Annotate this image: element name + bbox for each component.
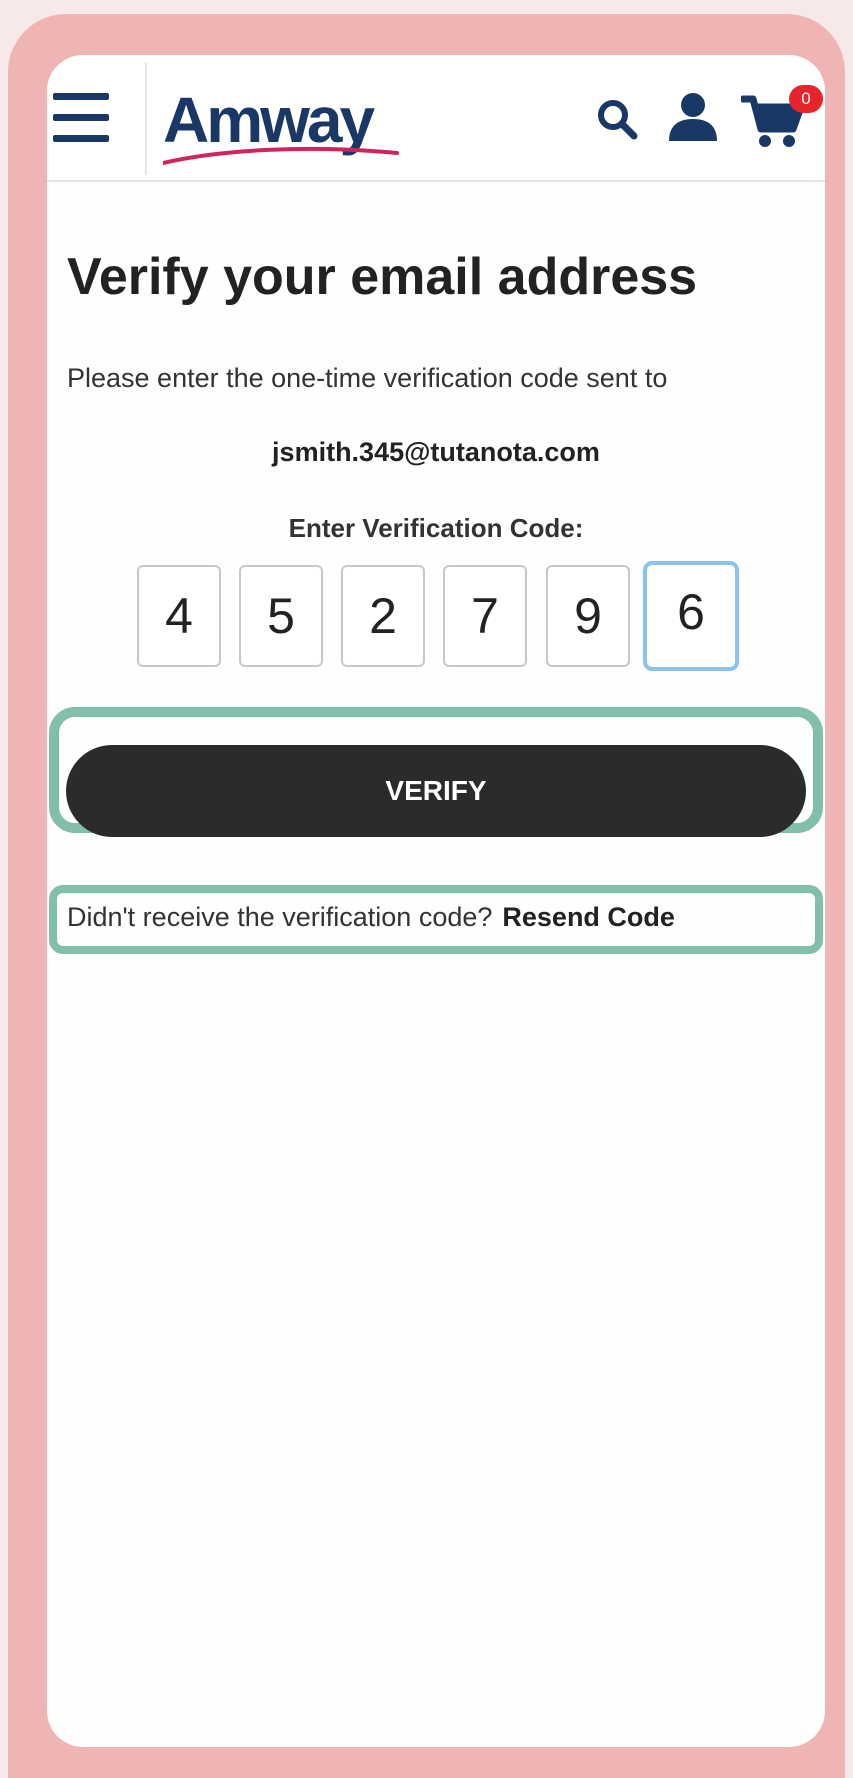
code-digit-6-input[interactable]: 6 bbox=[643, 561, 739, 671]
resend-code-link[interactable]: Resend Code bbox=[502, 902, 675, 932]
user-icon[interactable] bbox=[667, 91, 719, 143]
cart-count-badge: 0 bbox=[789, 85, 823, 113]
app-screen: Amway 0 Verify your email address Please… bbox=[47, 55, 825, 1747]
code-label: Enter Verification Code: bbox=[288, 513, 584, 543]
amway-logo[interactable]: Amway bbox=[163, 83, 403, 173]
resend-row: Didn't receive the verification code? Res… bbox=[67, 902, 675, 933]
instruction-text: Please enter the one-time verification c… bbox=[67, 363, 668, 393]
verify-button[interactable]: VERIFY bbox=[66, 745, 806, 837]
code-digit-4-input[interactable]: 7 bbox=[443, 565, 527, 667]
code-digit-2-input[interactable]: 5 bbox=[239, 565, 323, 667]
code-digit-5-input[interactable]: 9 bbox=[546, 565, 630, 667]
code-digit-1-input[interactable]: 4 bbox=[137, 565, 221, 667]
menu-icon[interactable] bbox=[53, 93, 109, 143]
resend-prompt: Didn't receive the verification code? bbox=[67, 902, 493, 932]
site-header: Amway 0 bbox=[47, 55, 825, 182]
search-icon[interactable] bbox=[595, 97, 639, 141]
code-digit-3-input[interactable]: 2 bbox=[341, 565, 425, 667]
page-title: Verify your email address bbox=[67, 248, 698, 306]
header-divider bbox=[145, 63, 147, 175]
email-address: jsmith.345@tutanota.com bbox=[272, 437, 600, 467]
logo-swoosh-icon bbox=[163, 146, 399, 165]
